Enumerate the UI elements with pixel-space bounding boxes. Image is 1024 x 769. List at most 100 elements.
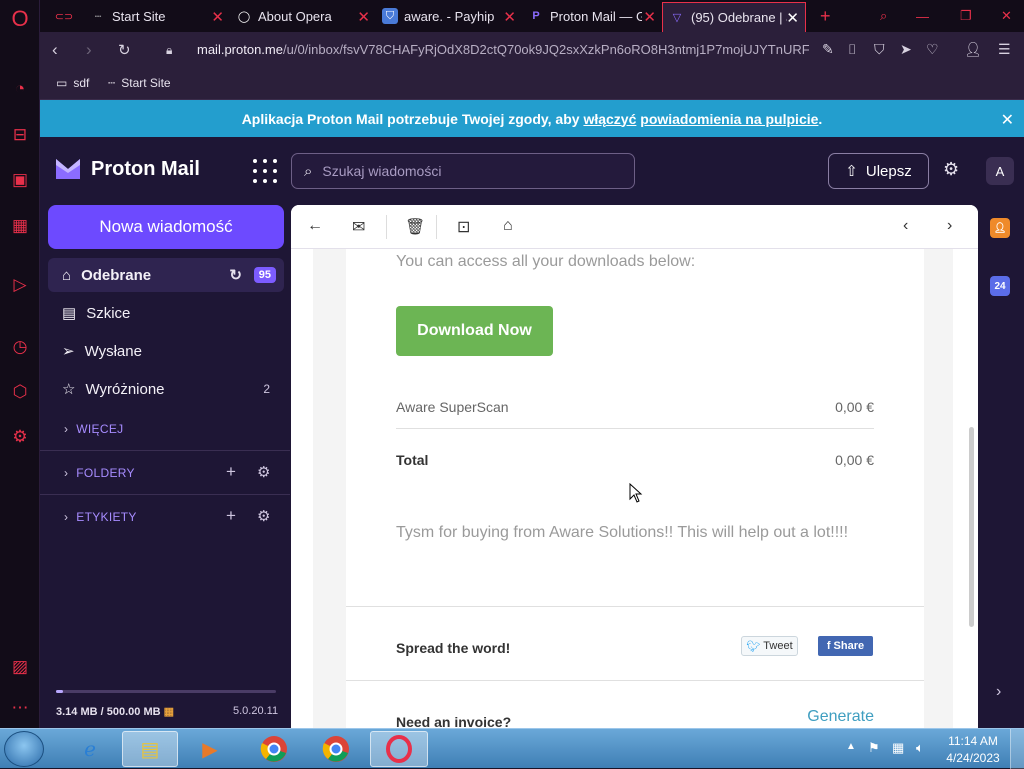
clock-time[interactable]: 11:14 AM <box>948 734 998 748</box>
folder-settings-icon[interactable]: ⚙ <box>257 463 270 481</box>
search-input[interactable]: ⌕ Szukaj wiadomości <box>291 153 635 189</box>
new-tab-button[interactable]: + <box>814 2 834 30</box>
volume-icon[interactable]: 🔈︎ <box>916 740 924 756</box>
settings-icon[interactable]: ⚙ <box>9 426 31 448</box>
calendar-icon[interactable]: 24 <box>990 276 1010 296</box>
sidebar-item-sent[interactable]: ➢ Wysłane <box>48 334 284 368</box>
folders-toggle[interactable]: › FOLDERY <box>64 466 135 480</box>
tag-icon[interactable]: ⌂ <box>503 217 513 235</box>
bookmark-start-site[interactable]: ┄ Start Site <box>108 76 171 90</box>
download-now-button[interactable]: Download Now <box>396 306 553 356</box>
scrollbar[interactable] <box>969 427 974 627</box>
close-icon[interactable]: ✕ <box>357 8 370 26</box>
opera-icon[interactable] <box>370 731 428 767</box>
upgrade-button[interactable]: ⇧ Ulepsz <box>828 153 929 189</box>
speed-dial-icon[interactable]: ◔ <box>9 78 31 100</box>
history-icon[interactable]: ◷ <box>9 336 31 358</box>
star-icon: ☆ <box>62 381 76 398</box>
gift-icon[interactable]: ▦ <box>164 706 174 718</box>
forward-icon[interactable]: › <box>86 40 92 60</box>
draft-icon: ▤ <box>62 305 77 322</box>
restore-icon[interactable]: ❐ <box>954 2 974 30</box>
file-explorer-icon[interactable]: ▤ <box>122 731 178 767</box>
briefcase-icon[interactable]: ⊟ <box>9 124 31 146</box>
divider <box>40 494 290 495</box>
tab-odebrane[interactable]: ▽ (95) Odebrane | a ✕ <box>662 2 806 32</box>
opera-menu-icon[interactable]: O <box>9 6 31 31</box>
bookmark-sdf[interactable]: ▭ sdf <box>56 76 89 90</box>
chrome-icon[interactable] <box>308 731 364 767</box>
cube-icon[interactable]: ⬡ <box>9 381 31 403</box>
trash-icon[interactable]: 🗑︎ <box>405 217 425 237</box>
gamepad-icon[interactable]: ⊂⊃ <box>50 2 82 30</box>
sidebar-item-inbox[interactable]: ⌂ Odebrane ↻ 95 <box>48 258 284 292</box>
internet-explorer-icon[interactable]: ℯ <box>62 731 118 767</box>
close-window-icon[interactable]: ✕ <box>995 2 1015 30</box>
chip-icon[interactable]: ▦ <box>9 215 31 237</box>
sidebar-item-starred[interactable]: ☆ Wyróżnione 2 <box>48 372 284 406</box>
labels-toggle[interactable]: › ETYKIETY <box>64 510 137 524</box>
generate-invoice-link[interactable]: Generate <box>807 708 874 726</box>
reload-icon[interactable]: ↻ <box>118 41 131 59</box>
back-arrow-icon[interactable]: ← <box>307 217 323 235</box>
account-icon[interactable]: 👤︎ <box>964 41 982 58</box>
compose-button[interactable]: Nowa wiadomość <box>48 205 284 249</box>
easy-setup-icon[interactable]: ☰ <box>998 41 1011 58</box>
adblock-icon[interactable]: ⛉ <box>874 41 885 58</box>
start-button[interactable] <box>4 731 44 767</box>
add-label-icon[interactable]: + <box>226 506 236 526</box>
mark-unread-icon[interactable]: ✉ <box>352 217 365 237</box>
tab-payhip[interactable]: ⛉ aware. - Payhip ✕ <box>376 2 522 30</box>
flag-icon[interactable]: ⚑ <box>868 740 880 756</box>
opera-sidebar: O ◔ ⊟ ▣ ▦ ▷ ◷ ⬡ ⚙ ▨ ⋯ <box>0 0 40 728</box>
twitch-icon[interactable]: ▣ <box>9 169 31 191</box>
close-icon[interactable]: ✕ <box>643 8 656 26</box>
storage-bar <box>56 690 276 693</box>
sidebar-item-drafts[interactable]: ▤ Szkice <box>48 296 284 330</box>
close-icon[interactable]: ✕ <box>1001 110 1014 130</box>
show-hidden-icon[interactable]: ▲ <box>846 741 856 752</box>
url-field[interactable]: mail.proton.me/u/0/inbox/fsvV78CHAFyRjOd… <box>197 42 809 57</box>
avatar[interactable]: A <box>986 157 1014 185</box>
media-player-icon[interactable]: ▶ <box>182 731 238 767</box>
next-icon[interactable]: › <box>947 217 952 235</box>
proton-logo[interactable]: Proton Mail <box>54 157 200 181</box>
send-icon[interactable]: ➤ <box>900 41 912 58</box>
minimize-icon[interactable]: — <box>910 2 930 30</box>
close-icon[interactable]: ✕ <box>503 8 516 26</box>
move-to-folder-icon[interactable]: ⊡ <box>457 217 470 237</box>
tweet-button[interactable]: 🐦︎ Tweet <box>741 636 798 656</box>
search-icon[interactable]: ⌕ <box>874 2 894 30</box>
label-settings-icon[interactable]: ⚙ <box>257 507 270 525</box>
player-icon[interactable]: ▷ <box>9 274 31 296</box>
storage-usage: 3.14 MB / 500.00 MB ▦ <box>56 706 175 718</box>
proton-mail-icon <box>56 159 80 179</box>
contacts-icon[interactable]: 👤︎ <box>990 218 1010 238</box>
close-icon[interactable]: ✕ <box>211 8 224 26</box>
add-folder-icon[interactable]: + <box>226 462 236 482</box>
apps-grid-icon[interactable] <box>253 159 277 183</box>
gallery-icon[interactable]: ▨ <box>9 656 31 678</box>
more-toggle[interactable]: › WIĘCEJ <box>64 422 123 436</box>
network-icon[interactable]: ▦ <box>892 740 904 756</box>
gear-icon[interactable]: ⚙ <box>943 159 959 180</box>
tab-proton-g[interactable]: P Proton Mail — G ✕ <box>522 2 662 30</box>
refresh-icon[interactable]: ↻ <box>229 266 242 284</box>
more-icon[interactable]: ⋯ <box>9 697 31 719</box>
desktop-notifications-link[interactable]: powiadomienia na pulpicie <box>640 111 818 127</box>
clock-date[interactable]: 4/24/2023 <box>943 751 1003 765</box>
facebook-icon: f <box>826 640 831 652</box>
expand-icon[interactable]: › <box>996 683 1001 701</box>
tab-about-opera[interactable]: ◯ About Opera ✕ <box>230 2 376 30</box>
tab-start-site[interactable]: ┄ Start Site ✕ <box>84 2 230 30</box>
close-icon[interactable]: ✕ <box>786 9 799 27</box>
previous-icon[interactable]: ‹ <box>903 217 908 235</box>
chrome-icon[interactable] <box>246 731 302 767</box>
share-button[interactable]: f Share <box>818 636 873 656</box>
edit-icon[interactable]: ✎ <box>822 41 834 58</box>
show-desktop-button[interactable] <box>1010 729 1024 769</box>
camera-icon[interactable]: ⌷ <box>848 41 856 58</box>
heart-icon[interactable]: ♡ <box>926 41 939 58</box>
back-icon[interactable]: ‹ <box>52 40 58 60</box>
enable-link[interactable]: włączyć <box>583 111 636 127</box>
